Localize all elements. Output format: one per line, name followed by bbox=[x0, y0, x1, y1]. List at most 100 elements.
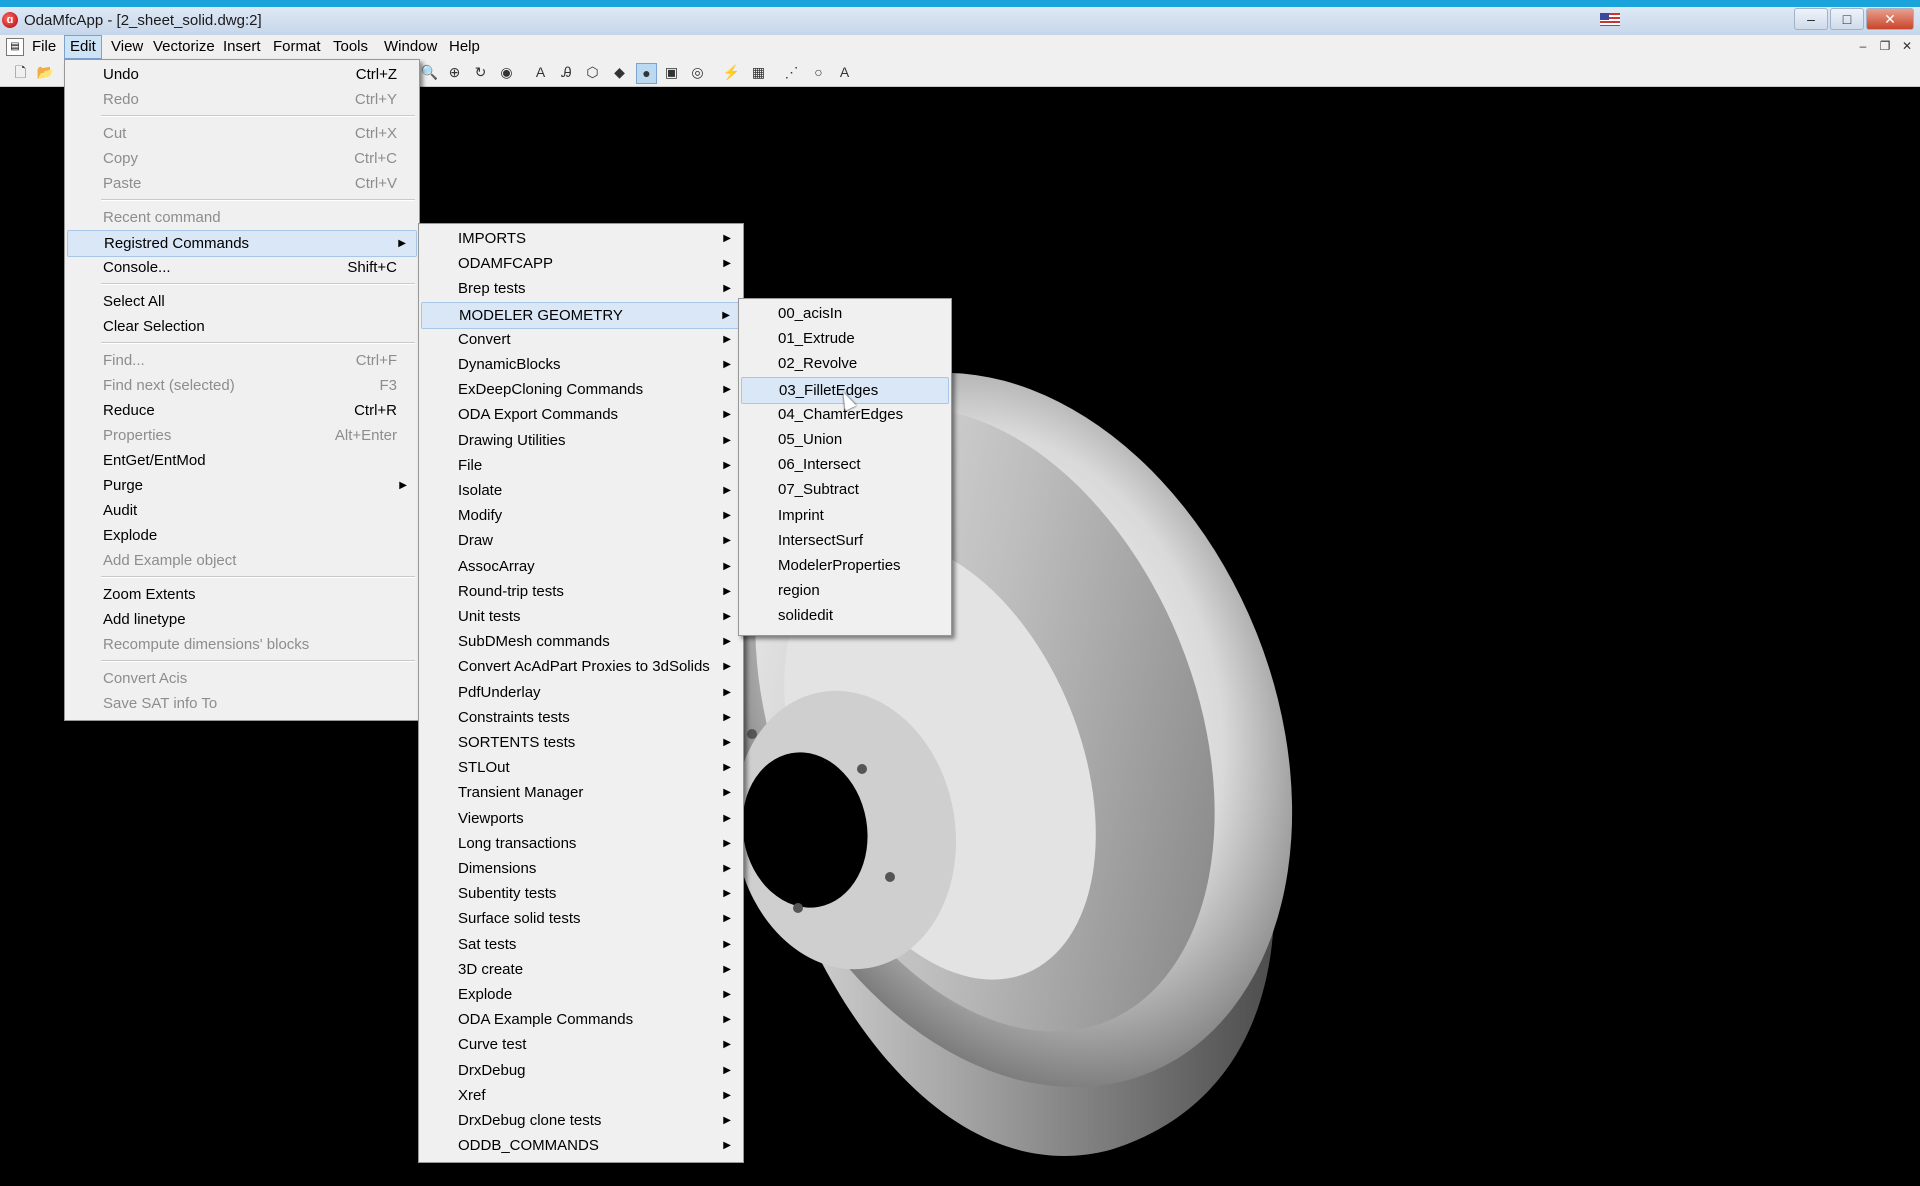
menu-tools[interactable]: Tools bbox=[328, 35, 373, 59]
menu-edit[interactable]: Edit bbox=[64, 35, 102, 59]
registered-command-dimensions[interactable]: Dimensions ▶ bbox=[421, 856, 741, 881]
maximize-button[interactable]: □ bbox=[1830, 8, 1864, 30]
registered-command-assocarray[interactable]: AssocArray ▶ bbox=[421, 554, 741, 579]
image-icon[interactable]: ▦ bbox=[749, 63, 768, 82]
registered-command-stlout[interactable]: STLOut ▶ bbox=[421, 755, 741, 780]
edit-menu-item-audit[interactable]: Audit bbox=[67, 498, 417, 523]
registered-command-xref[interactable]: Xref ▶ bbox=[421, 1083, 741, 1108]
edit-menu-item-purge[interactable]: Purge ▶ bbox=[67, 473, 417, 498]
edit-menu-item-explode[interactable]: Explode bbox=[67, 523, 417, 548]
orbit-icon[interactable]: ↻ bbox=[471, 63, 490, 82]
point-icon[interactable]: ⋰ bbox=[782, 63, 801, 82]
text-icon[interactable]: A bbox=[531, 63, 550, 82]
modeler-command-modelerproperties[interactable]: ModelerProperties bbox=[741, 553, 949, 578]
menu-item-label: Cut bbox=[103, 125, 127, 142]
language-flag-icon[interactable] bbox=[1600, 13, 1620, 26]
registered-command-constraints-tests[interactable]: Constraints tests ▶ bbox=[421, 705, 741, 730]
menu-item-label: EntGet/EntMod bbox=[103, 452, 206, 469]
menu-format[interactable]: Format bbox=[268, 35, 326, 59]
registered-command-modeler-geometry[interactable]: MODELER GEOMETRY ▶ bbox=[421, 301, 741, 329]
mdi-close-button[interactable]: ✕ bbox=[1898, 38, 1916, 55]
registered-command-round-trip-tests[interactable]: Round-trip tests ▶ bbox=[421, 579, 741, 604]
letter-a-icon[interactable]: A bbox=[835, 63, 854, 82]
registered-command-viewports[interactable]: Viewports ▶ bbox=[421, 806, 741, 831]
sphere-icon[interactable]: ◎ bbox=[688, 63, 707, 82]
edit-menu-item-undo[interactable]: Undo Ctrl+Z bbox=[67, 62, 417, 87]
menu-view[interactable]: View bbox=[106, 35, 148, 59]
edit-menu-item-zoom-extents[interactable]: Zoom Extents bbox=[67, 582, 417, 607]
registered-command-drxdebug[interactable]: DrxDebug ▶ bbox=[421, 1058, 741, 1083]
edit-menu-item-console[interactable]: Console... Shift+C bbox=[67, 255, 417, 280]
zoom-window-icon[interactable]: ⊕ bbox=[445, 63, 464, 82]
submenu-arrow-icon: ▶ bbox=[723, 1014, 731, 1026]
registered-command-3d-create[interactable]: 3D create ▶ bbox=[421, 957, 741, 982]
render-icon[interactable]: ● bbox=[636, 63, 657, 84]
modeler-command-00-acisin[interactable]: 00_acisIn bbox=[741, 301, 949, 326]
registered-command-unit-tests[interactable]: Unit tests ▶ bbox=[421, 604, 741, 629]
modeler-command-02-revolve[interactable]: 02_Revolve bbox=[741, 351, 949, 376]
close-button[interactable]: ✕ bbox=[1866, 8, 1914, 30]
modeler-command-05-union[interactable]: 05_Union bbox=[741, 427, 949, 452]
menu-insert[interactable]: Insert bbox=[218, 35, 266, 59]
registered-command-subdmesh-commands[interactable]: SubDMesh commands ▶ bbox=[421, 629, 741, 654]
registered-command-odamfcapp[interactable]: ODAMFCAPP ▶ bbox=[421, 251, 741, 276]
menu-help[interactable]: Help bbox=[444, 35, 485, 59]
wireframe-icon[interactable]: ⬡ bbox=[583, 63, 602, 82]
edit-menu-item-add-linetype[interactable]: Add linetype bbox=[67, 607, 417, 632]
registered-command-oddb-commands[interactable]: ODDB_COMMANDS ▶ bbox=[421, 1133, 741, 1158]
minimize-button[interactable]: – bbox=[1794, 8, 1828, 30]
box-icon[interactable]: ▣ bbox=[662, 63, 681, 82]
registered-command-surface-solid-tests[interactable]: Surface solid tests ▶ bbox=[421, 906, 741, 931]
menu-vectorize[interactable]: Vectorize bbox=[148, 35, 220, 59]
mdi-restore-button[interactable]: ❐ bbox=[1876, 38, 1894, 55]
mdi-minimize-button[interactable]: – bbox=[1854, 38, 1872, 55]
registered-command-oda-export-commands[interactable]: ODA Export Commands ▶ bbox=[421, 402, 741, 427]
registered-command-oda-example-commands[interactable]: ODA Example Commands ▶ bbox=[421, 1007, 741, 1032]
registered-command-drxdebug-clone-tests[interactable]: DrxDebug clone tests ▶ bbox=[421, 1108, 741, 1133]
registered-command-imports[interactable]: IMPORTS ▶ bbox=[421, 226, 741, 251]
registered-command-sat-tests[interactable]: Sat tests ▶ bbox=[421, 932, 741, 957]
circle-icon[interactable]: ○ bbox=[809, 63, 828, 82]
registered-command-modify[interactable]: Modify ▶ bbox=[421, 503, 741, 528]
registered-command-long-transactions[interactable]: Long transactions ▶ bbox=[421, 831, 741, 856]
edit-menu-item-registred-commands[interactable]: Registred Commands ▶ bbox=[67, 230, 417, 257]
registered-command-convert-acadpart-proxies-to-3dsolids[interactable]: Convert AcAdPart Proxies to 3dSolids ▶ bbox=[421, 654, 741, 679]
modeler-command-region[interactable]: region bbox=[741, 578, 949, 603]
modeler-command-solidedit[interactable]: solidedit bbox=[741, 603, 949, 628]
oda-app-icon[interactable]: ɑ bbox=[2, 12, 18, 28]
new-icon[interactable]: 🗋 bbox=[11, 63, 30, 82]
registered-command-brep-tests[interactable]: Brep tests ▶ bbox=[421, 276, 741, 301]
registered-command-isolate[interactable]: Isolate ▶ bbox=[421, 478, 741, 503]
lightning-icon[interactable]: ⚡ bbox=[722, 63, 741, 82]
modeler-command-imprint[interactable]: Imprint bbox=[741, 503, 949, 528]
edit-menu-item-select-all[interactable]: Select All bbox=[67, 289, 417, 314]
open-icon[interactable]: 📂 bbox=[36, 63, 55, 82]
registered-command-dynamicblocks[interactable]: DynamicBlocks ▶ bbox=[421, 352, 741, 377]
view-icon[interactable]: ◉ bbox=[497, 63, 516, 82]
edit-menu-item-reduce[interactable]: Reduce Ctrl+R bbox=[67, 398, 417, 423]
registered-command-drawing-utilities[interactable]: Drawing Utilities ▶ bbox=[421, 428, 741, 453]
registered-command-pdfunderlay[interactable]: PdfUnderlay ▶ bbox=[421, 680, 741, 705]
registered-command-exdeepcloning-commands[interactable]: ExDeepCloning Commands ▶ bbox=[421, 377, 741, 402]
modeler-command-06-intersect[interactable]: 06_Intersect bbox=[741, 452, 949, 477]
zoom-icon[interactable]: 🔍 bbox=[420, 63, 439, 82]
registered-command-subentity-tests[interactable]: Subentity tests ▶ bbox=[421, 881, 741, 906]
registered-command-sortents-tests[interactable]: SORTENTS tests ▶ bbox=[421, 730, 741, 755]
registered-command-transient-manager[interactable]: Transient Manager ▶ bbox=[421, 780, 741, 805]
modeler-command-07-subtract[interactable]: 07_Subtract bbox=[741, 477, 949, 502]
submenu-arrow-icon: ▶ bbox=[723, 1089, 731, 1101]
edit-menu-item-entget-entmod[interactable]: EntGet/EntMod bbox=[67, 448, 417, 473]
menu-window[interactable]: Window bbox=[379, 35, 442, 59]
registered-command-draw[interactable]: Draw ▶ bbox=[421, 528, 741, 553]
registered-command-file[interactable]: File ▶ bbox=[421, 453, 741, 478]
document-icon[interactable]: ▤ bbox=[6, 38, 24, 56]
shaded-icon[interactable]: ◆ bbox=[610, 63, 629, 82]
edit-menu-item-clear-selection[interactable]: Clear Selection bbox=[67, 314, 417, 339]
registered-command-convert[interactable]: Convert ▶ bbox=[421, 327, 741, 352]
text-style-icon[interactable]: Ꭿ bbox=[557, 63, 576, 82]
modeler-command-intersectsurf[interactable]: IntersectSurf bbox=[741, 528, 949, 553]
modeler-command-01-extrude[interactable]: 01_Extrude bbox=[741, 326, 949, 351]
menu-file[interactable]: File bbox=[27, 35, 61, 59]
registered-command-curve-test[interactable]: Curve test ▶ bbox=[421, 1032, 741, 1057]
registered-command-explode[interactable]: Explode ▶ bbox=[421, 982, 741, 1007]
